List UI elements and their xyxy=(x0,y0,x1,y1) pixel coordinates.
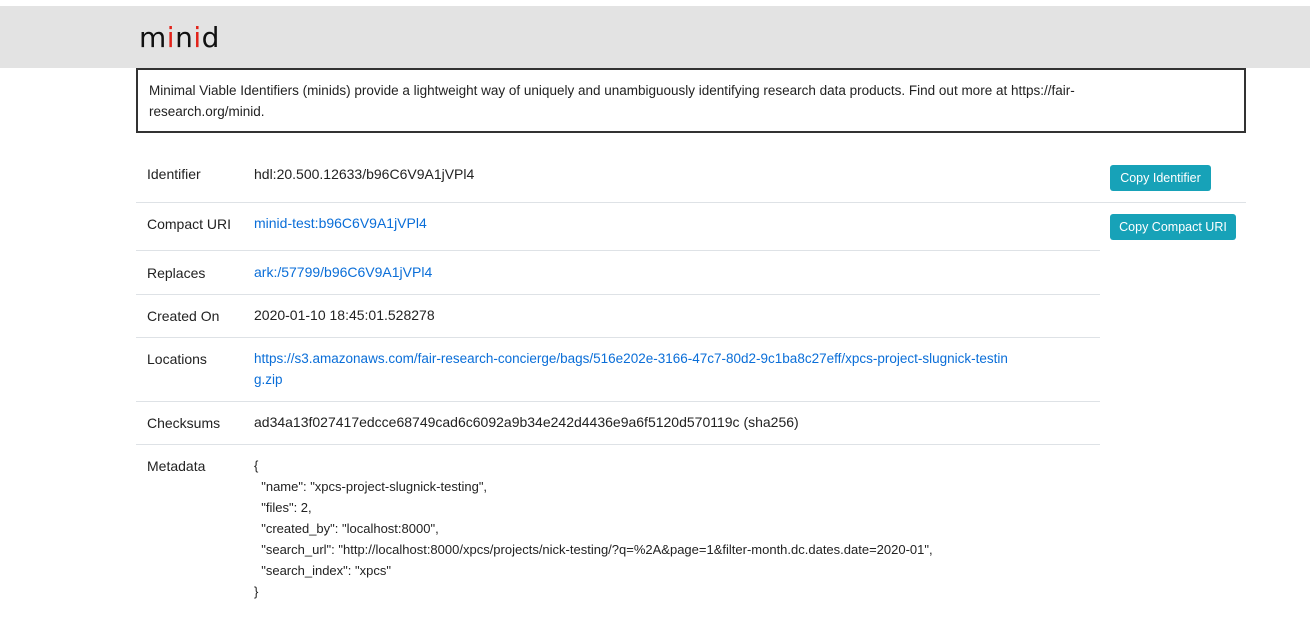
about-text: Minimal Viable Identifiers (minids) prov… xyxy=(149,83,1075,119)
logo-letter: m xyxy=(139,21,167,54)
metadata-line: "created_by": "localhost:8000", xyxy=(254,521,439,536)
created-on-row: Created On 2020-01-10 18:45:01.528278 xyxy=(136,295,1100,338)
locations-link-line1: https://s3.amazonaws.com/fair-research-c… xyxy=(254,351,1008,366)
about-box: Minimal Viable Identifiers (minids) prov… xyxy=(136,68,1246,133)
replaces-row: Replaces ark:/57799/b96C6V9A1jVPl4 xyxy=(136,251,1100,295)
copy-identifier-button[interactable]: Copy Identifier xyxy=(1110,165,1211,191)
compact-uri-label: Compact URI xyxy=(147,216,232,232)
replaces-link[interactable]: ark:/57799/b96C6V9A1jVPl4 xyxy=(254,262,432,283)
created-on-value: 2020-01-10 18:45:01.528278 xyxy=(254,307,435,323)
checksums-row: Checksums ad34a13f027417edcce68749cad6c6… xyxy=(136,402,1100,445)
identifier-row: Identifier hdl:20.500.12633/b96C6V9A1jVP… xyxy=(136,152,1246,203)
metadata-json: { "name": "xpcs-project-slugnick-testing… xyxy=(254,455,933,602)
logo-letter: n xyxy=(175,21,194,54)
locations-link-line2: g.zip xyxy=(254,372,283,387)
checksums-value: ad34a13f027417edcce68749cad6c6092a9b34e2… xyxy=(254,414,799,430)
metadata-line: "search_index": "xpcs" xyxy=(254,563,391,578)
copy-compact-uri-button[interactable]: Copy Compact URI xyxy=(1110,214,1236,240)
identifier-label: Identifier xyxy=(147,166,201,182)
metadata-row: Metadata { "name": "xpcs-project-slugnic… xyxy=(136,445,1100,615)
logo-letter-accent: i xyxy=(193,21,202,54)
compact-uri-row: Compact URI minid-test:b96C6V9A1jVPl4 xyxy=(136,203,1100,251)
locations-row: Locations https://s3.amazonaws.com/fair-… xyxy=(136,338,1100,402)
identifier-value: hdl:20.500.12633/b96C6V9A1jVPl4 xyxy=(254,166,475,182)
metadata-line: } xyxy=(254,584,259,599)
locations-label: Locations xyxy=(147,351,207,367)
created-on-label: Created On xyxy=(147,308,220,324)
metadata-line: "search_url": "http://localhost:8000/xpc… xyxy=(254,542,933,557)
logo-letter: d xyxy=(201,21,220,54)
metadata-line: "files": 2, xyxy=(254,500,312,515)
metadata-label: Metadata xyxy=(147,458,206,474)
metadata-line: { xyxy=(254,458,259,473)
metadata-line: "name": "xpcs-project-slugnick-testing", xyxy=(254,479,488,494)
replaces-label: Replaces xyxy=(147,265,206,281)
logo-letter-accent: i xyxy=(166,21,176,54)
site-header: minid xyxy=(0,6,1310,68)
checksums-label: Checksums xyxy=(147,415,221,431)
minid-logo[interactable]: minid xyxy=(139,24,220,52)
locations-link[interactable]: https://s3.amazonaws.com/fair-research-c… xyxy=(254,348,1094,390)
compact-uri-link[interactable]: minid-test:b96C6V9A1jVPl4 xyxy=(254,213,427,234)
